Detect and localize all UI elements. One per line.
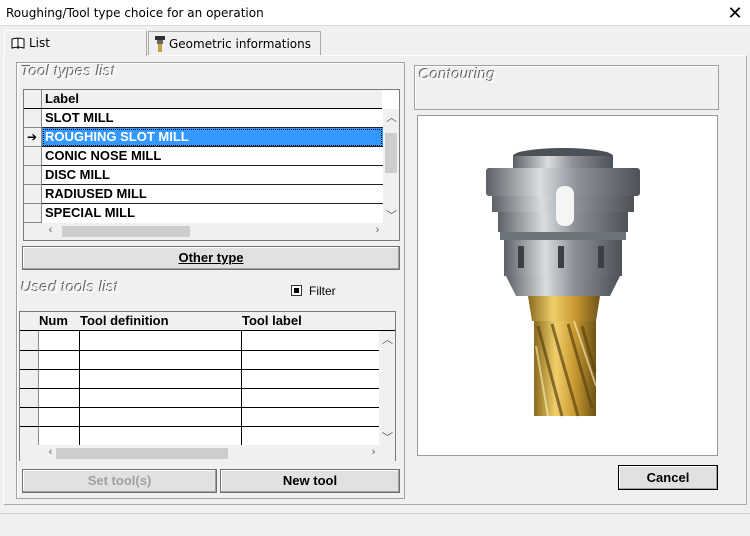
other-type-label: Other type bbox=[178, 250, 244, 265]
tab-list[interactable]: List bbox=[4, 30, 147, 56]
table-row[interactable] bbox=[20, 369, 380, 370]
table-row[interactable] bbox=[20, 388, 380, 389]
scroll-thumb[interactable] bbox=[385, 133, 397, 173]
vertical-scrollbar[interactable]: ︿ ﹀ bbox=[379, 331, 395, 445]
tool-type-row[interactable]: SPECIAL MILL bbox=[42, 204, 383, 223]
horizontal-scrollbar[interactable]: ‹ › bbox=[20, 445, 395, 462]
tool-type-row[interactable]: CONIC NOSE MILL bbox=[42, 147, 383, 166]
tool-definition-column-header[interactable]: Tool definition bbox=[76, 312, 242, 330]
scroll-thumb[interactable] bbox=[56, 448, 228, 459]
tool-type-row[interactable]: SLOT MILL bbox=[42, 109, 383, 128]
title-bar: Roughing/Tool type choice for an operati… bbox=[0, 0, 750, 26]
tab-geo-label: Geometric informations bbox=[169, 37, 311, 51]
close-icon[interactable]: ✕ bbox=[724, 2, 746, 24]
tab-geometric-informations[interactable]: Geometric informations bbox=[148, 31, 321, 55]
tool-image bbox=[486, 148, 640, 417]
num-column-header[interactable]: Num bbox=[35, 312, 80, 330]
set-tools-label: Set tool(s) bbox=[87, 473, 152, 488]
horizontal-scrollbar[interactable]: ‹ › bbox=[24, 223, 399, 240]
table-row[interactable] bbox=[20, 426, 380, 427]
scroll-down-icon[interactable]: ﹀ bbox=[379, 429, 396, 445]
table-row[interactable] bbox=[20, 350, 380, 351]
scroll-right-icon[interactable]: › bbox=[369, 224, 386, 236]
scroll-right-icon[interactable]: › bbox=[365, 446, 382, 458]
tool-type-row[interactable]: DISC MILL bbox=[42, 166, 383, 185]
row-pointer-icon: ➔ bbox=[27, 130, 38, 144]
scroll-up-icon[interactable]: ︿ bbox=[379, 331, 396, 347]
filter-checkbox[interactable] bbox=[291, 285, 302, 296]
tool-icon bbox=[155, 36, 165, 52]
tool-types-title: Tool types list bbox=[21, 63, 116, 80]
set-tools-button[interactable]: Set tool(s) bbox=[22, 469, 217, 493]
filter-label: Filter bbox=[309, 284, 336, 298]
cancel-button[interactable]: Cancel bbox=[618, 465, 718, 490]
scroll-down-icon[interactable]: ﹀ bbox=[383, 207, 400, 223]
tab-list-label: List bbox=[29, 36, 50, 50]
new-tool-label: New tool bbox=[282, 473, 338, 488]
new-tool-button[interactable]: New tool bbox=[220, 469, 400, 493]
used-tools-title: Used tools list bbox=[21, 279, 119, 296]
tool-preview-frame bbox=[417, 115, 718, 456]
tool-type-row-selected[interactable]: ROUGHING SLOT MILL bbox=[42, 128, 383, 147]
window-title: Roughing/Tool type choice for an operati… bbox=[6, 6, 264, 20]
preview-title: Contouring bbox=[419, 66, 496, 83]
tool-type-row[interactable]: RADIUSED MILL bbox=[42, 185, 383, 204]
book-icon bbox=[11, 37, 25, 49]
cancel-label: Cancel bbox=[646, 470, 690, 485]
label-column-header[interactable]: Label bbox=[42, 90, 382, 109]
table-row[interactable] bbox=[20, 407, 380, 408]
status-bar bbox=[0, 513, 750, 536]
scroll-up-icon[interactable]: ︿ bbox=[383, 109, 400, 125]
other-type-button[interactable]: Other type bbox=[22, 246, 400, 270]
vertical-scrollbar[interactable]: ︿ ﹀ bbox=[383, 109, 399, 223]
scroll-left-icon[interactable]: ‹ bbox=[42, 224, 59, 236]
scroll-thumb[interactable] bbox=[62, 226, 190, 237]
tool-label-column-header[interactable]: Tool label bbox=[238, 312, 378, 330]
used-tools-grid: Num Tool definition Tool label ︿ ﹀ ‹ › bbox=[19, 311, 396, 462]
tool-types-grid: Label SLOT MILL ➔ ROUGHING SLOT MILL CON… bbox=[23, 89, 400, 241]
